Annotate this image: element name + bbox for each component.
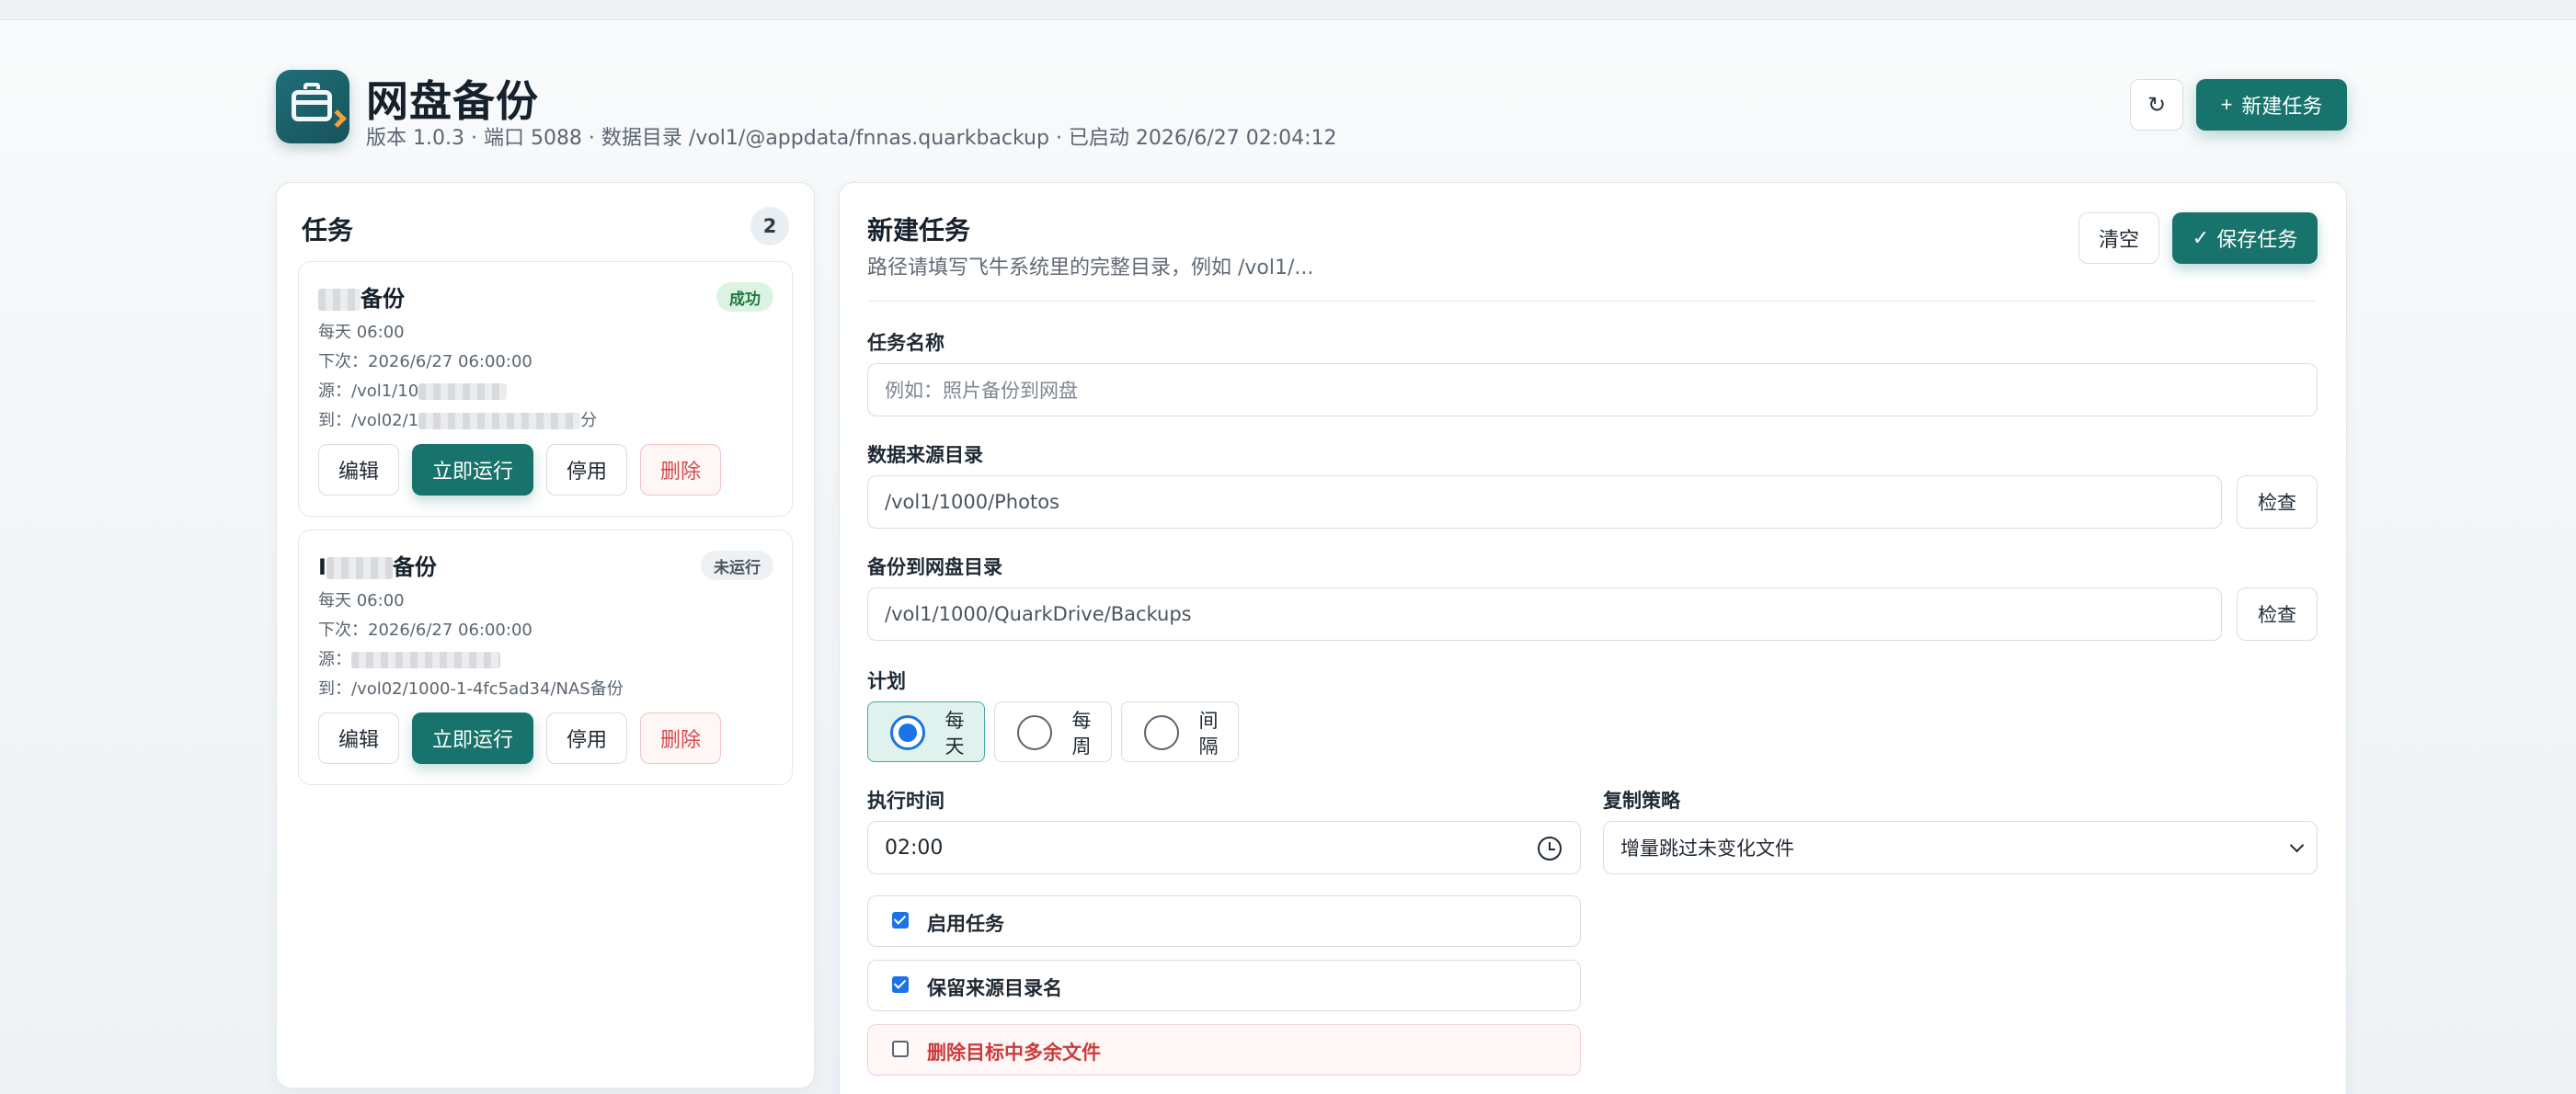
edit-button[interactable]: 编辑 <box>318 444 399 496</box>
source-dir-input[interactable]: /vol1/1000/Photos <box>867 475 2222 529</box>
exec-time-input[interactable]: 02:00 <box>867 821 1581 874</box>
task-destination: 到：/vol02/1000-1-4fc5ad34/NAS备份 <box>318 679 624 699</box>
redacted-text <box>326 557 393 579</box>
browser-top-strip <box>0 0 2576 20</box>
refresh-button[interactable]: ↻ <box>2130 79 2183 131</box>
status-badge: 成功 <box>716 282 773 312</box>
checkbox-checked[interactable] <box>892 976 909 993</box>
delete-button[interactable]: 删除 <box>640 712 721 764</box>
task-next-run: 下次：2026/6/27 06:00:00 <box>318 621 532 640</box>
run-now-button[interactable]: 立即运行 <box>412 444 533 496</box>
task-list-title: 任务 <box>302 215 354 245</box>
delete-extra-files-label: 删除目标中多余文件 <box>927 1042 1101 1064</box>
redacted-text <box>318 289 361 311</box>
new-task-label: 新建任务 <box>2241 95 2323 118</box>
task-destination: 到：/vol02/1 分 <box>318 411 598 430</box>
task-card: I 备份 未运行 每天 06:00 下次：2026/6/27 06:00:00 源… <box>298 530 793 785</box>
radio-unselected[interactable] <box>1144 715 1179 750</box>
new-task-form-panel: 新建任务 路径请填写飞牛系统里的完整目录，例如 /vol1/... 清空 ✓ 保… <box>839 182 2347 1094</box>
strategy-label: 复制策略 <box>1603 790 1680 812</box>
task-next-run: 下次：2026/6/27 06:00:00 <box>318 352 532 371</box>
checkbox-unchecked[interactable] <box>892 1041 909 1057</box>
check-source-button[interactable]: 检查 <box>2237 475 2318 529</box>
exec-time-label: 执行时间 <box>867 790 945 812</box>
app-title: 网盘备份 <box>366 76 539 126</box>
disable-button[interactable]: 停用 <box>546 444 627 496</box>
enable-task-label: 启用任务 <box>927 913 1004 935</box>
form-title: 新建任务 <box>867 215 971 245</box>
schedule-weekly-option[interactable]: 每周 <box>994 701 1112 762</box>
task-name-label: 任务名称 <box>867 332 945 354</box>
source-dir-label: 数据来源目录 <box>867 444 983 466</box>
radio-selected[interactable] <box>890 715 925 750</box>
form-subtitle: 路径请填写飞牛系统里的完整目录，例如 /vol1/... <box>867 256 1314 279</box>
delete-extra-files-option[interactable]: 删除目标中多余文件 <box>867 1024 1581 1076</box>
redacted-text <box>418 383 508 400</box>
delete-button[interactable]: 删除 <box>640 444 721 496</box>
checkbox-checked[interactable] <box>892 912 909 929</box>
app-meta-info: 版本 1.0.3 · 端口 5088 · 数据目录 /vol1/@appdata… <box>366 127 1337 150</box>
schedule-daily-option[interactable]: 每天 <box>867 701 985 762</box>
run-now-button[interactable]: 立即运行 <box>412 712 533 764</box>
task-card: 备份 成功 每天 06:00 下次：2026/6/27 06:00:00 源：/… <box>298 261 793 517</box>
task-count-badge: 2 <box>750 207 789 245</box>
dest-dir-input[interactable]: /vol1/1000/QuarkDrive/Backups <box>867 587 2222 641</box>
app-logo-icon <box>276 70 349 143</box>
task-schedule: 每天 06:00 <box>318 323 405 342</box>
keep-source-dirname-option[interactable]: 保留来源目录名 <box>867 960 1581 1011</box>
task-source: 源： <box>318 646 500 670</box>
redacted-text <box>418 413 581 429</box>
keep-source-dirname-label: 保留来源目录名 <box>927 977 1062 999</box>
chevron-down-icon <box>2289 838 2305 853</box>
exec-time-value: 02:00 <box>885 836 944 860</box>
strategy-value: 增量跳过未变化文件 <box>1620 838 1794 860</box>
status-badge: 未运行 <box>701 551 773 580</box>
refresh-icon: ↻ <box>2147 92 2167 118</box>
schedule-label: 计划 <box>867 670 906 692</box>
task-schedule: 每天 06:00 <box>318 591 405 610</box>
check-dest-button[interactable]: 检查 <box>2237 587 2318 641</box>
disable-button[interactable]: 停用 <box>546 712 627 764</box>
task-source: 源：/vol1/10 <box>318 378 508 402</box>
redacted-text <box>351 652 500 668</box>
task-name-input[interactable]: 例如：照片备份到网盘 <box>867 363 2318 416</box>
check-icon: ✓ <box>2192 226 2210 249</box>
schedule-option-label: 每天 <box>945 710 965 758</box>
plus-icon: + <box>2220 93 2233 116</box>
schedule-interval-option[interactable]: 间隔 <box>1121 701 1239 762</box>
enable-task-option[interactable]: 启用任务 <box>867 895 1581 947</box>
schedule-option-label: 间隔 <box>1198 710 1219 758</box>
task-list-panel: 任务 2 备份 成功 每天 06:00 下次：2026/6/27 06:00:0… <box>276 182 815 1088</box>
app-header: 网盘备份 版本 1.0.3 · 端口 5088 · 数据目录 /vol1/@ap… <box>276 68 2347 160</box>
form-divider <box>867 301 2318 302</box>
clock-icon[interactable] <box>1538 837 1562 860</box>
task-name: 备份 <box>318 280 405 313</box>
save-task-label: 保存任务 <box>2216 228 2298 251</box>
schedule-option-label: 每周 <box>1071 710 1092 758</box>
dest-dir-label: 备份到网盘目录 <box>867 556 1002 578</box>
edit-button[interactable]: 编辑 <box>318 712 399 764</box>
new-task-button[interactable]: + 新建任务 <box>2196 79 2347 131</box>
clear-button[interactable]: 清空 <box>2078 212 2159 264</box>
save-task-button[interactable]: ✓ 保存任务 <box>2172 212 2318 264</box>
strategy-select[interactable]: 增量跳过未变化文件 <box>1603 821 2318 874</box>
task-name: I 备份 <box>318 554 437 580</box>
radio-unselected[interactable] <box>1017 715 1052 750</box>
